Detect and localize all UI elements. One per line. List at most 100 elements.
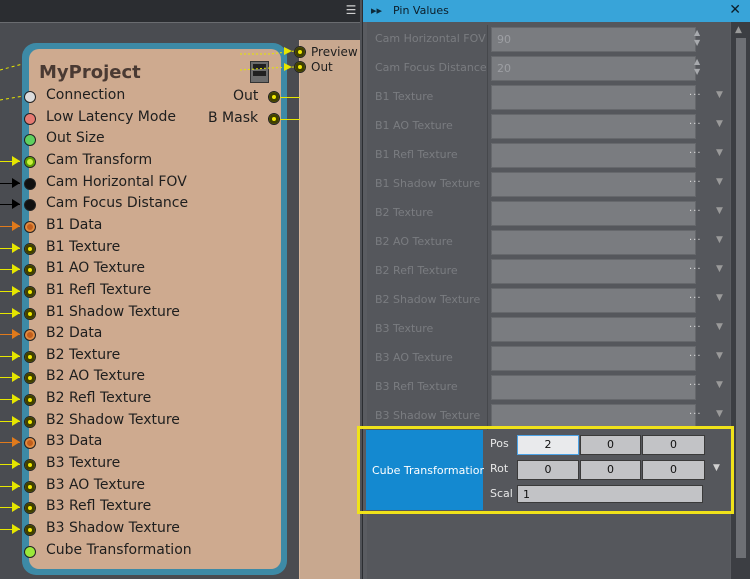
close-icon[interactable]: ✕: [729, 2, 741, 18]
file-path-input[interactable]: [491, 143, 696, 168]
input-pin-row[interactable]: Cam Horizontal FOV: [0, 173, 300, 194]
file-path-input[interactable]: [491, 201, 696, 226]
file-path-input[interactable]: [491, 375, 696, 400]
input-pin-row[interactable]: B1 Refl Texture: [0, 281, 300, 302]
scroll-up-icon[interactable]: ▲: [735, 25, 742, 35]
input-pin-row[interactable]: B1 AO Texture: [0, 259, 300, 280]
browse-button[interactable]: ···: [689, 206, 702, 217]
input-pin-dot[interactable]: [24, 220, 36, 233]
input-pin-dot[interactable]: [24, 177, 36, 190]
spinner-icon[interactable]: ▲ ▼: [694, 28, 700, 48]
input-pin-row[interactable]: B2 Shadow Texture: [0, 411, 300, 432]
input-pin-dot[interactable]: [24, 155, 36, 168]
browse-button[interactable]: ···: [689, 264, 702, 275]
input-pin-row[interactable]: B3 Shadow Texture: [0, 519, 300, 540]
input-pin-row[interactable]: Cam Focus Distance: [0, 194, 300, 215]
input-pin-row[interactable]: B1 Texture: [0, 238, 300, 259]
input-pin-row[interactable]: B2 Texture: [0, 346, 300, 367]
chevron-down-icon[interactable]: ▼: [716, 264, 723, 274]
file-path-input[interactable]: [491, 114, 696, 139]
input-pin-dot[interactable]: [24, 394, 36, 407]
input-pin-dot[interactable]: [24, 372, 36, 385]
input-pin-label: B1 Texture: [46, 238, 121, 255]
input-pin-dot[interactable]: [24, 264, 36, 277]
input-pin-dot[interactable]: [24, 134, 36, 147]
input-pin-row[interactable]: B1 Shadow Texture: [0, 303, 300, 324]
chevron-down-icon[interactable]: ▼: [716, 380, 723, 390]
pin-value-row: B2 AO Texture ··· ▼: [367, 228, 730, 257]
input-pin-dot[interactable]: [24, 524, 36, 536]
chevron-down-icon[interactable]: ▼: [716, 90, 723, 100]
browse-button[interactable]: ···: [689, 148, 702, 159]
number-input[interactable]: [491, 56, 696, 81]
chevron-down-icon[interactable]: ▼: [716, 148, 723, 158]
browse-button[interactable]: ···: [689, 351, 702, 362]
browse-button[interactable]: ···: [689, 322, 702, 333]
input-pin-dot[interactable]: [24, 285, 36, 298]
input-pin-dot[interactable]: [24, 350, 36, 363]
input-pin-dot[interactable]: [24, 242, 36, 255]
pin-value: 90: [497, 33, 511, 46]
browse-button[interactable]: ···: [689, 119, 702, 130]
output-pin-out[interactable]: [268, 91, 280, 103]
downstream-preview-pin[interactable]: [294, 46, 306, 58]
downstream-out-pin[interactable]: [294, 61, 306, 73]
input-pin-row[interactable]: B3 Refl Texture: [0, 497, 300, 518]
chevron-down-icon[interactable]: ▼: [716, 119, 723, 129]
input-pin-row[interactable]: Cube Transformation: [0, 541, 300, 562]
input-pin-dot[interactable]: [24, 329, 36, 342]
input-pin-label: B3 Refl Texture: [46, 498, 152, 515]
input-pin-row[interactable]: B2 Data: [0, 324, 300, 345]
input-pin-dot[interactable]: [24, 199, 36, 212]
file-path-input[interactable]: [491, 288, 696, 313]
browse-button[interactable]: ···: [689, 293, 702, 304]
input-pin-dot[interactable]: [24, 502, 36, 515]
browse-button[interactable]: ···: [689, 235, 702, 246]
input-pin-row[interactable]: B3 Texture: [0, 454, 300, 475]
input-pin-dot[interactable]: [24, 459, 36, 472]
input-pin-row[interactable]: B2 Refl Texture: [0, 389, 300, 410]
browse-button[interactable]: ···: [689, 90, 702, 101]
input-pin-dot[interactable]: [24, 480, 36, 493]
chevron-down-icon[interactable]: ▼: [716, 177, 723, 187]
input-pin-row[interactable]: B3 AO Texture: [0, 476, 300, 497]
node-graph-pane[interactable]: ☰ MyProject Connection Low Latency Mode Ou…: [0, 0, 360, 579]
chevron-down-icon[interactable]: ▼: [716, 351, 723, 361]
input-pin-row[interactable]: B2 AO Texture: [0, 367, 300, 388]
hamburger-icon[interactable]: ☰: [344, 3, 358, 17]
file-path-input[interactable]: [491, 172, 696, 197]
chevron-down-icon[interactable]: ▼: [716, 322, 723, 332]
input-pin-dot[interactable]: [24, 112, 36, 125]
panel-title: Pin Values: [393, 4, 449, 17]
file-path-input[interactable]: [491, 346, 696, 371]
browse-button[interactable]: ···: [689, 380, 702, 391]
chevron-down-icon[interactable]: ▼: [716, 206, 723, 216]
input-pin-row[interactable]: Cam Transform: [0, 151, 300, 172]
input-pin-dot[interactable]: [24, 437, 36, 450]
input-pin-row[interactable]: Out Size: [0, 129, 300, 150]
number-input[interactable]: [491, 27, 696, 52]
input-pin-dot[interactable]: [24, 307, 36, 320]
chevron-down-icon[interactable]: ▼: [716, 409, 723, 419]
file-path-input[interactable]: [491, 259, 696, 284]
output-pin-bmask[interactable]: [268, 113, 280, 125]
double-arrow-icon[interactable]: ▸▸: [371, 4, 382, 17]
chevron-down-icon[interactable]: ▼: [716, 235, 723, 245]
input-pin-row[interactable]: B1 Data: [0, 216, 300, 237]
file-path-input[interactable]: [491, 317, 696, 342]
spinner-icon[interactable]: ▲ ▼: [694, 57, 700, 77]
file-path-input[interactable]: [491, 85, 696, 110]
input-pin-dot[interactable]: [24, 91, 36, 103]
file-path-input[interactable]: [491, 230, 696, 255]
downstream-node[interactable]: [300, 40, 360, 579]
input-pin-dot[interactable]: [24, 545, 36, 558]
browse-button[interactable]: ···: [689, 409, 702, 420]
browse-button[interactable]: ···: [689, 177, 702, 188]
output-wire: [280, 97, 300, 98]
scrollbar-thumb[interactable]: [736, 38, 746, 558]
chevron-down-icon[interactable]: ▼: [716, 293, 723, 303]
input-pin-label: B3 Shadow Texture: [46, 520, 180, 536]
input-pin-row[interactable]: B3 Data: [0, 432, 300, 453]
downstream-wires: [240, 47, 296, 71]
input-pin-dot[interactable]: [24, 415, 36, 428]
